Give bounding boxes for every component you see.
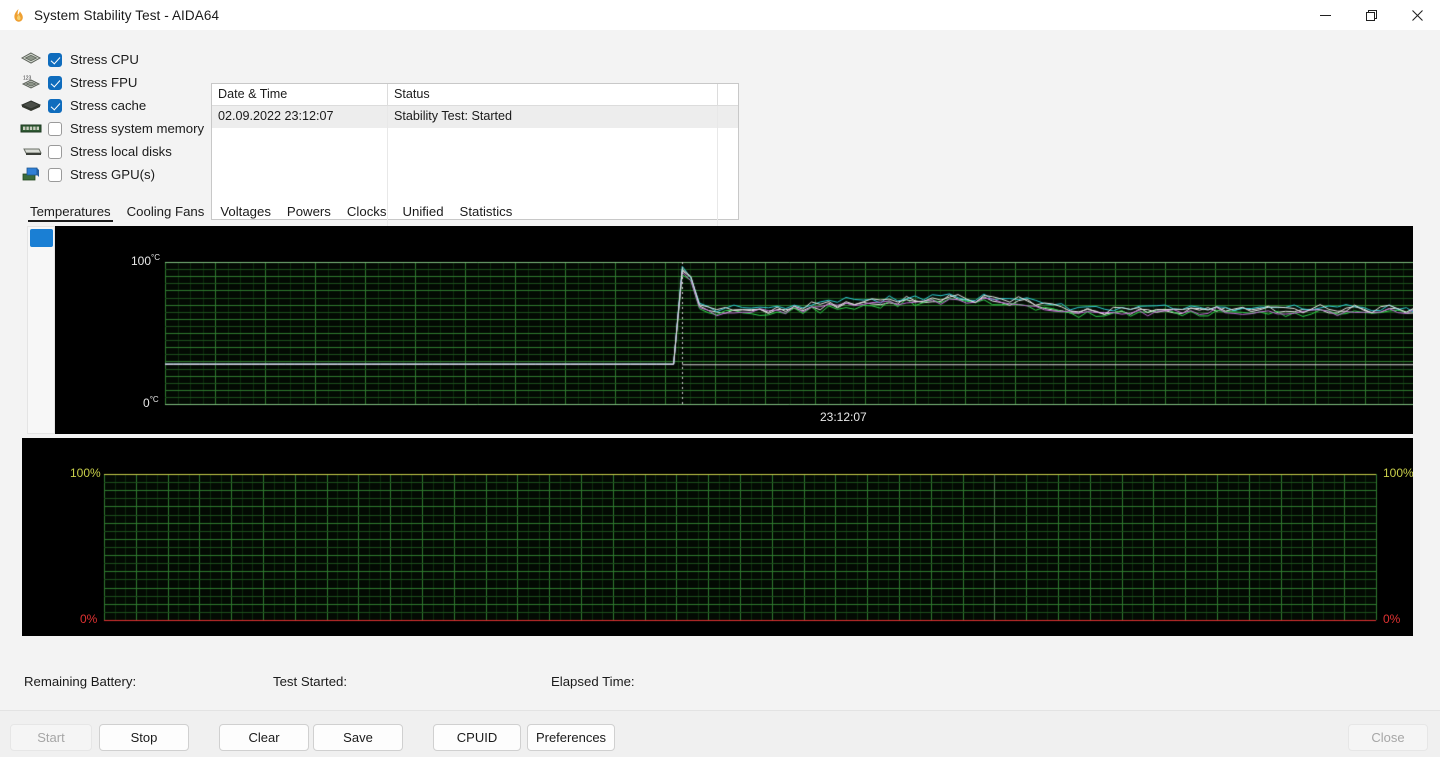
stress-gpu-label: Stress GPU(s) xyxy=(70,167,155,182)
minimize-icon[interactable] xyxy=(1302,0,1348,30)
table-row[interactable]: 02.09.2022 23:12:07 Stability Test: Star… xyxy=(212,106,738,128)
tab-voltages[interactable]: Voltages xyxy=(212,204,279,222)
tab-powers[interactable]: Powers xyxy=(279,204,339,222)
start-button[interactable]: Start xyxy=(10,724,92,751)
cell-empty xyxy=(212,172,388,194)
table-header-row: Date & Time Status xyxy=(212,84,738,106)
cell-empty xyxy=(212,128,388,150)
column-header-spacer xyxy=(718,84,738,106)
column-header-status[interactable]: Status xyxy=(388,84,718,106)
column-header-datetime[interactable]: Date & Time xyxy=(212,84,388,106)
tab-statistics[interactable]: Statistics xyxy=(452,204,521,222)
stop-button[interactable]: Stop xyxy=(99,724,189,751)
clear-button[interactable]: Clear xyxy=(219,724,309,751)
cell-datetime: 02.09.2022 23:12:07 xyxy=(212,106,388,128)
cell-empty xyxy=(212,150,388,172)
elapsed-time-group: Elapsed Time: xyxy=(551,674,645,689)
temp-axis-label-min: 0°C xyxy=(143,395,159,410)
stress-memory-checkbox[interactable] xyxy=(48,121,62,136)
preferences-button[interactable]: Preferences xyxy=(527,724,615,751)
close-button[interactable]: Close xyxy=(1348,724,1428,751)
cell-empty xyxy=(388,128,718,150)
cpu-axis-label-min-right: 0% xyxy=(1383,612,1401,626)
stress-cpu-label: Stress CPU xyxy=(70,52,139,67)
gpu-card-icon xyxy=(20,166,42,184)
temperature-chart-scrollbar[interactable] xyxy=(27,226,55,434)
table-row-empty[interactable] xyxy=(212,150,738,172)
cell-empty xyxy=(388,150,718,172)
stress-gpu-checkbox[interactable] xyxy=(48,167,62,182)
table-row-empty[interactable] xyxy=(212,128,738,150)
stress-cache-checkbox[interactable] xyxy=(48,98,62,113)
elapsed-time-label: Elapsed Time: xyxy=(551,674,635,689)
aida64-flame-icon xyxy=(10,7,26,23)
stress-option-disks[interactable]: Stress local disks xyxy=(20,140,210,163)
window-title: System Stability Test - AIDA64 xyxy=(34,7,220,23)
test-started-label: Test Started: xyxy=(273,674,348,689)
title-bar: System Stability Test - AIDA64 xyxy=(0,0,1440,30)
cell-empty xyxy=(718,194,738,216)
cpu-axis-label-min-left: 0% xyxy=(80,612,98,626)
table-row-empty[interactable] xyxy=(212,172,738,194)
test-started-group: Test Started: xyxy=(273,674,357,689)
stress-disks-checkbox[interactable] xyxy=(48,144,62,159)
tab-temperatures[interactable]: Temperatures xyxy=(22,204,119,222)
stress-fpu-label: Stress FPU xyxy=(70,75,138,90)
cpu-usage-chart-canvas xyxy=(22,438,1413,636)
memory-module-icon xyxy=(20,120,42,138)
cpu-axis-label-max-right: 100% xyxy=(1383,466,1413,480)
close-icon[interactable] xyxy=(1394,0,1440,30)
scrollbar-thumb[interactable] xyxy=(30,229,53,247)
top-panel: Stress CPU 123 Stress FPU Stress cache S… xyxy=(0,30,1440,238)
save-button[interactable]: Save xyxy=(313,724,403,751)
chart-tabs: Temperatures Cooling Fans Voltages Power… xyxy=(22,200,520,222)
button-bar: Start Stop Clear Save CPUID Preferences … xyxy=(0,710,1440,757)
cache-chip-icon xyxy=(20,97,42,115)
cpu-chip-icon xyxy=(20,51,42,69)
status-strip: Remaining Battery: AC Line Test Started:… xyxy=(0,662,1440,710)
stress-cache-label: Stress cache xyxy=(70,98,147,113)
cpu-usage-chart[interactable]: CPU Usage | CPU Throttling - Overheating… xyxy=(22,438,1413,636)
stress-option-gpu[interactable]: Stress GPU(s) xyxy=(20,163,210,186)
temp-time-marker-label: 23:12:07 xyxy=(820,410,867,424)
cell-empty xyxy=(718,128,738,150)
cell-spacer xyxy=(718,106,738,128)
remaining-battery-group: Remaining Battery: xyxy=(24,674,146,689)
remaining-battery-label: Remaining Battery: xyxy=(24,674,137,689)
temp-axis-label-max: 100°C xyxy=(131,253,161,268)
restore-icon[interactable] xyxy=(1348,0,1394,30)
cell-empty xyxy=(718,150,738,172)
fpu-chip-icon: 123 xyxy=(20,74,42,92)
stress-option-fpu[interactable]: 123 Stress FPU xyxy=(20,71,210,94)
tab-cooling-fans[interactable]: Cooling Fans xyxy=(119,204,213,222)
stress-fpu-checkbox[interactable] xyxy=(48,75,62,90)
stress-cpu-checkbox[interactable] xyxy=(48,52,62,67)
tab-clocks[interactable]: Clocks xyxy=(339,204,395,222)
temperature-chart-canvas xyxy=(55,226,1413,434)
cell-empty xyxy=(718,172,738,194)
cell-status: Stability Test: Started xyxy=(388,106,718,128)
cpu-axis-label-max-left: 100% xyxy=(70,466,101,480)
stress-option-memory[interactable]: Stress system memory xyxy=(20,117,210,140)
stress-option-cpu[interactable]: Stress CPU xyxy=(20,48,210,71)
aida64-stability-test-window: System Stability Test - AIDA64 Stress CP… xyxy=(0,0,1440,757)
cell-empty xyxy=(388,172,718,194)
stress-disks-label: Stress local disks xyxy=(70,144,172,159)
tab-unified[interactable]: Unified xyxy=(394,204,451,222)
temperature-chart[interactable]: CPUCPU Core #1CPU Core #2CPU Core #3CPU … xyxy=(55,226,1413,434)
stress-option-cache[interactable]: Stress cache xyxy=(20,94,210,117)
window-controls xyxy=(1302,0,1440,30)
hard-disk-icon xyxy=(20,143,42,161)
cpuid-button[interactable]: CPUID xyxy=(433,724,521,751)
stress-memory-label: Stress system memory xyxy=(70,121,205,136)
stress-options-list: Stress CPU 123 Stress FPU Stress cache S… xyxy=(20,48,210,186)
